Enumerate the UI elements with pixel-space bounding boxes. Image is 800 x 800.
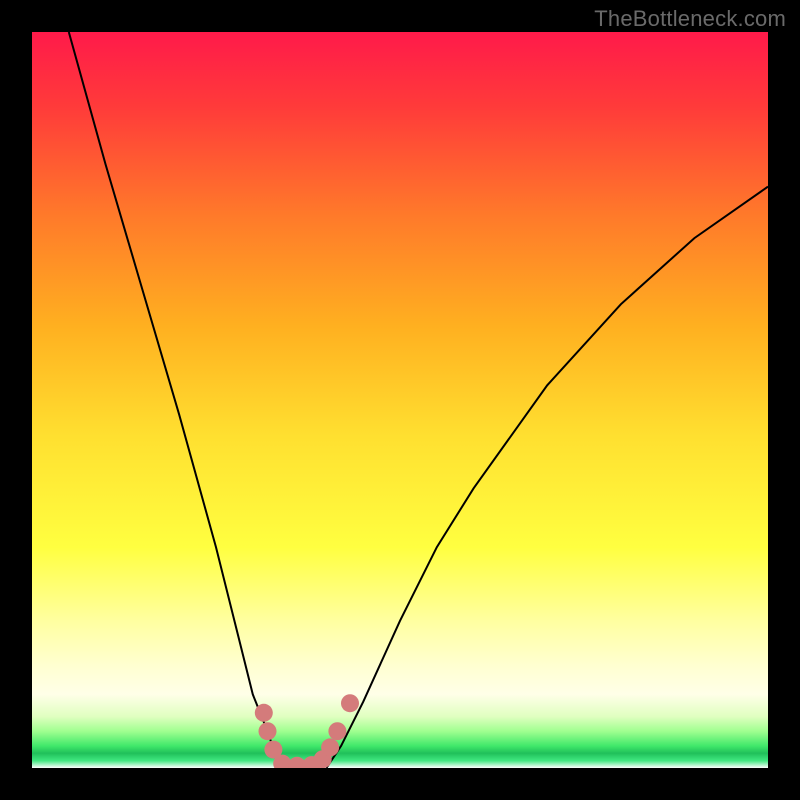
marker-dot (328, 722, 346, 740)
marker-dot (321, 738, 339, 756)
marker-dot (341, 694, 359, 712)
curve-layer (32, 32, 768, 768)
marker-dot (255, 704, 273, 722)
chart-frame: TheBottleneck.com (0, 0, 800, 800)
curve-left-limb (69, 32, 282, 768)
marker-dot (259, 722, 277, 740)
curve-right-limb (326, 187, 768, 768)
plot-area (32, 32, 768, 768)
watermark-text: TheBottleneck.com (594, 6, 786, 32)
